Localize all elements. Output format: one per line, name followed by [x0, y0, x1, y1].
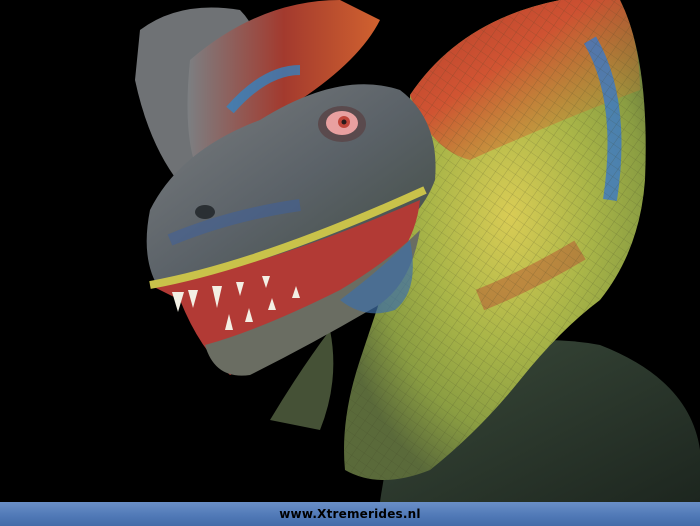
dinosaur-eye [318, 106, 366, 142]
dinosaur-nostril [195, 205, 215, 219]
dinosaur-photo [0, 0, 700, 502]
watermark-caption: www.Xtremerides.nl [279, 507, 421, 521]
watermark-bar: www.Xtremerides.nl [0, 502, 700, 526]
